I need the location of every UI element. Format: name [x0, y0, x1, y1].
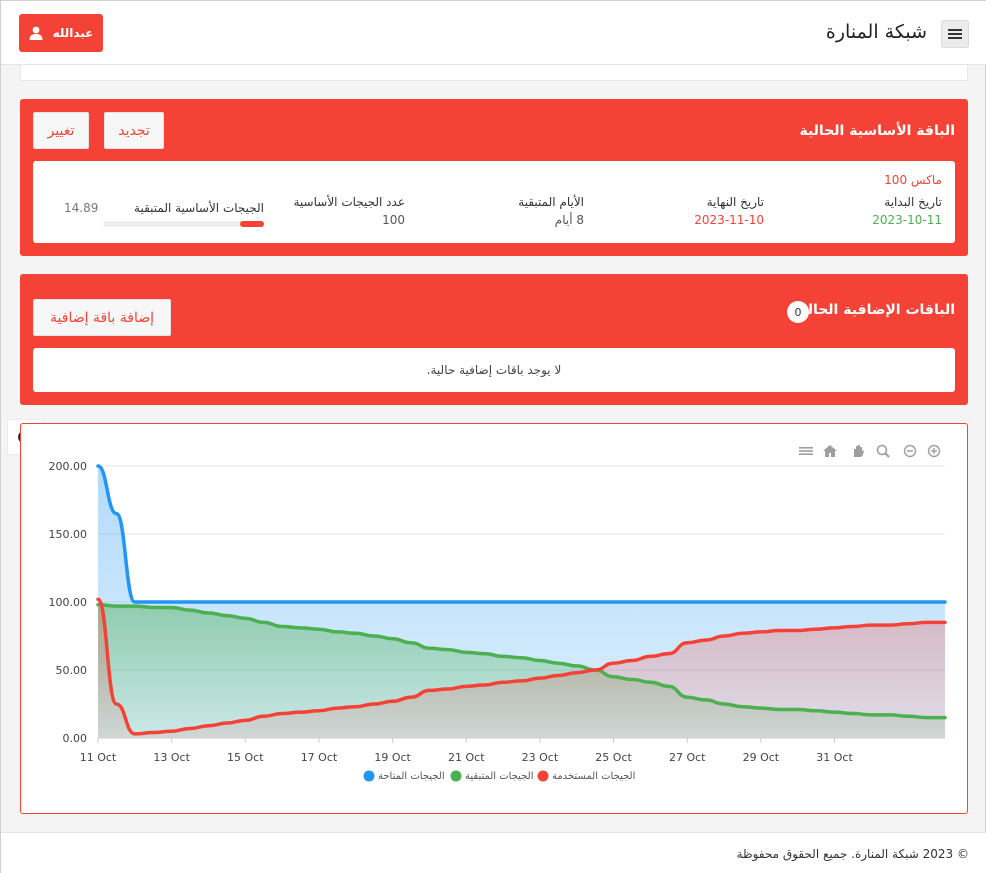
base-package-title: الباقة الأساسية الحالية — [799, 123, 955, 139]
user-icon — [29, 26, 43, 40]
user-menu-button[interactable]: عبدالله — [19, 14, 103, 52]
addon-empty-card: لا يوجد باقات إضافية حالية. — [33, 348, 955, 392]
collapsed-card-strip — [20, 65, 968, 81]
brand-title[interactable]: شبكة المنارة — [826, 21, 927, 43]
start-date-label: تاريخ البداية — [884, 195, 942, 209]
x-tick-label: 13 Oct — [153, 751, 190, 764]
renew-button[interactable]: تجديد — [104, 112, 164, 149]
x-tick-label: 17 Oct — [301, 751, 338, 764]
usage-chart-card: 0.00 50.00 100.00 150.00 200.00 11 Oct 13 Oct 1… — [20, 423, 968, 814]
y-tick-label: 150.00 — [49, 528, 88, 541]
legend-label-available: الجيجات المتاحة — [378, 771, 445, 782]
start-date-value: 2023-10-11 — [872, 213, 942, 227]
x-tick-label: 27 Oct — [669, 751, 706, 764]
page-footer: © 2023 شبكة المنارة. جميع الحقوق محفوظة — [1, 832, 986, 873]
legend-marker-available — [363, 770, 375, 782]
x-tick-label: 31 Oct — [816, 751, 853, 764]
change-button[interactable]: تغيير — [33, 112, 89, 149]
package-name: ماكس 100 — [884, 173, 942, 187]
x-tick-label: 23 Oct — [522, 751, 559, 764]
end-date-label: تاريخ النهاية — [706, 195, 764, 209]
days-left-block: الأيام المتبقية 8 أيام — [518, 195, 584, 227]
legend-label-remaining: الجيجات المتبقية — [465, 771, 533, 782]
days-left-value: 8 أيام — [554, 213, 584, 227]
remaining-progress-fill — [240, 221, 264, 227]
days-left-label: الأيام المتبقية — [518, 195, 584, 209]
remaining-gb-value: 14.89 — [64, 201, 99, 215]
x-tick-label: 29 Oct — [743, 751, 780, 764]
x-tick-label: 11 Oct — [80, 751, 117, 764]
legend-marker-remaining — [450, 770, 462, 782]
app-frame: شبكة المنارة عبدالله الباقة الأساسية الح… — [0, 0, 986, 873]
usage-chart: 0.00 50.00 100.00 150.00 200.00 11 Oct 13 Oct 1… — [49, 444, 947, 782]
legend-label-used: الجيجات المستخدمة — [552, 771, 635, 782]
user-name: عبدالله — [52, 26, 94, 40]
hamburger-icon — [948, 29, 962, 39]
remaining-progress-bar — [103, 221, 264, 227]
remaining-gb-label: الجيجات الأساسية المتبقية — [134, 201, 264, 215]
y-tick-label: 200.00 — [49, 460, 88, 473]
base-package-details: ماكس 100 تاريخ البداية 2023-10-11 تاريخ … — [33, 161, 955, 243]
x-tick-label: 19 Oct — [374, 751, 411, 764]
base-package-panel: الباقة الأساسية الحالية تجديد تغيير ماكس… — [20, 99, 968, 256]
home-icon[interactable] — [823, 445, 837, 457]
chart-toolbar — [799, 444, 941, 458]
addon-packages-title: الباقات الإضافية الحالية — [793, 302, 955, 318]
x-tick-label: 15 Oct — [227, 751, 264, 764]
add-addon-button[interactable]: إضافة باقة إضافية — [33, 299, 171, 336]
y-tick-label: 100.00 — [49, 596, 88, 609]
menu-icon[interactable] — [799, 447, 813, 455]
legend-marker-used — [537, 770, 549, 782]
zoom-out-icon[interactable] — [903, 444, 917, 458]
zoom-selection-icon[interactable] — [876, 444, 890, 458]
start-date-block: تاريخ البداية 2023-10-11 — [872, 195, 942, 227]
addon-packages-panel: الباقات الإضافية الحالية 0 إضافة باقة إض… — [20, 274, 968, 405]
zoom-in-icon[interactable] — [927, 444, 941, 458]
copyright-text: © 2023 شبكة المنارة. جميع الحقوق محفوظة — [736, 847, 969, 861]
gb-count-block: عدد الجيجات الأساسية 100 — [294, 195, 406, 227]
pan-icon[interactable] — [854, 445, 864, 457]
menu-toggle-button[interactable] — [941, 20, 969, 48]
gb-count-label: عدد الجيجات الأساسية — [293, 195, 406, 209]
x-tick-label: 21 Oct — [448, 751, 485, 764]
gb-count-value: 100 — [382, 213, 405, 227]
end-date-value: 2023-11-10 — [694, 213, 764, 227]
end-date-block: تاريخ النهاية 2023-11-10 — [694, 195, 764, 227]
y-tick-label: 0.00 — [63, 732, 88, 745]
remaining-gb-block: الجيجات الأساسية المتبقية 14.89 — [64, 201, 264, 227]
y-tick-label: 50.00 — [56, 664, 88, 677]
addon-empty-message: لا يوجد باقات إضافية حالية. — [426, 363, 562, 377]
addon-count-badge: 0 — [787, 301, 809, 323]
top-navbar: شبكة المنارة عبدالله — [1, 1, 986, 65]
x-tick-label: 25 Oct — [595, 751, 632, 764]
